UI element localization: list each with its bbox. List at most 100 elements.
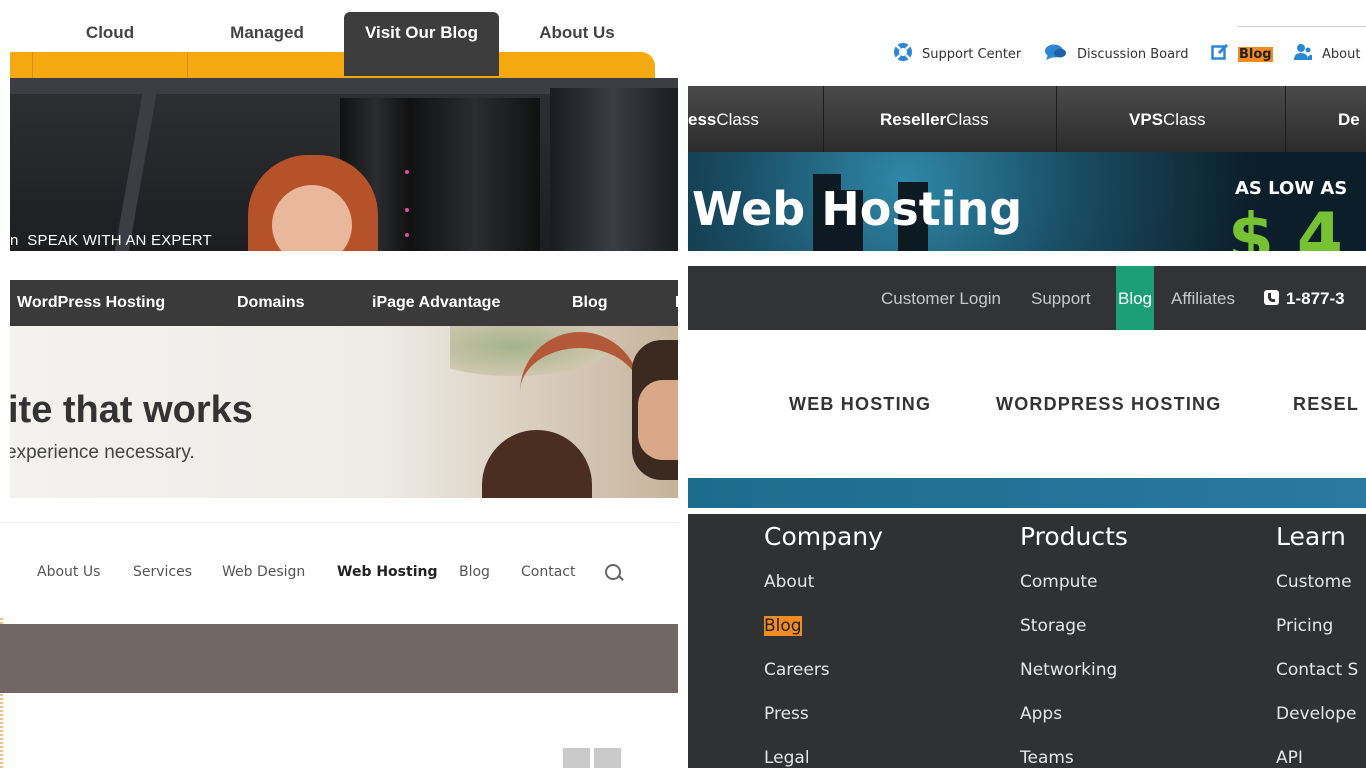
nav-services[interactable]: Services [133,564,192,580]
footer-link-api[interactable]: API [1276,748,1303,768]
main-nav-bar: WordPress Hosting Domains iPage Advantag… [10,280,678,326]
nav-bold: Reseller [880,110,947,129]
person-face [638,380,678,460]
affiliates-link[interactable]: Affiliates [1171,266,1235,330]
page-header-band [0,624,678,693]
nav-bold: VPS [1129,110,1164,129]
blog-link[interactable]: Blog [1211,43,1273,65]
footer-link-networking[interactable]: Networking [1020,660,1117,680]
nav-dedicated-class[interactable]: De [1338,86,1360,152]
footer-link-developers[interactable]: Develope [1276,704,1356,724]
nav-web-hosting[interactable]: Web Hosting [337,564,437,580]
hero-strip [688,478,1366,508]
about-link[interactable]: About [1293,44,1360,64]
blog-link[interactable]: Blog [1116,266,1154,330]
column-heading: Products [1020,522,1128,551]
footer-link-storage[interactable]: Storage [1020,616,1087,636]
tab-managed[interactable]: Managed [207,12,327,76]
footer-link-customers[interactable]: Custome [1276,572,1352,592]
utility-bar: Customer Login Support Blog Affiliates 1… [688,266,1366,330]
hero-subhead: experience necessary. [10,442,195,463]
nav-divider [823,86,824,152]
footer-link-legal[interactable]: Legal [764,748,810,768]
tab-bar: Cloud Managed Visit Our Blog About Us [10,0,678,78]
divider [1238,26,1366,27]
class-nav-bar: essClass ResellerClass VPSClass De [688,86,1366,152]
grid-button[interactable] [563,748,590,768]
nav-reseller-class[interactable]: ResellerClass [880,86,989,152]
column-heading: Company [764,522,883,551]
nav-blog[interactable]: Blog [459,564,490,580]
hero-headline: ite that works [10,389,253,431]
phone-icon [1264,290,1279,305]
panel-hosting-site-4: Customer Login Support Blog Affiliates 1… [688,266,1366,508]
footer-link-teams[interactable]: Teams [1020,748,1074,768]
nav-vps-class[interactable]: VPSClass [1129,86,1206,152]
nav-domains[interactable]: Domains [237,280,305,326]
speak-with-expert-link[interactable]: n SPEAK WITH AN EXPERT [10,232,212,249]
customer-login-link[interactable]: Customer Login [881,266,1001,330]
support-center-link[interactable]: Support Center [893,42,1022,66]
nav-business-class[interactable]: essClass [688,86,759,152]
panel-hosting-site-2: Support Center Discussion Board Blog Abo… [688,0,1366,251]
footer-link-blog[interactable]: Blog [764,616,802,636]
support-center-label: Support Center [922,46,1022,62]
phone-number[interactable]: 1-877-3 [1264,266,1345,330]
chat-bubble-icon [1044,43,1068,65]
support-link[interactable]: Support [1031,266,1091,330]
nav-divider [32,52,33,78]
nav-ipage-advantage[interactable]: iPage Advantage [372,280,500,326]
tab-cloud[interactable]: Cloud [50,12,170,76]
discussion-board-link[interactable]: Discussion Board [1044,44,1188,64]
footer-link-press[interactable]: Press [764,704,809,724]
footer-link-careers[interactable]: Careers [764,660,830,680]
nav-contact[interactable]: Contact [521,564,575,580]
nav-web-design[interactable]: Web Design [222,564,305,580]
users-icon [1293,43,1313,65]
nav-bold: De [1338,110,1360,129]
banner-title: Web Hosting [692,182,1023,236]
footer-link-contact-sales[interactable]: Contact S [1276,660,1358,680]
lifebuoy-icon [893,42,913,66]
panel-hosting-site-3: WordPress Hosting Domains iPage Advantag… [10,280,678,498]
nav-divider [1285,86,1286,152]
nav-web-hosting[interactable]: WEB HOSTING [789,394,931,415]
panel-hosting-site-5: About Us Services Web Design Web Hosting… [0,522,678,768]
banner-price: $ 4 [1228,199,1343,252]
nav-blog[interactable]: Blog [572,280,608,326]
footer-link-compute[interactable]: Compute [1020,572,1098,592]
panel-hosting-site-1: Cloud Managed Visit Our Blog About Us n … [10,0,678,251]
ceiling-beam [114,78,160,251]
status-led [405,233,409,237]
discussion-board-label: Discussion Board [1077,46,1189,62]
status-led [405,170,409,174]
tab-visit-our-blog[interactable]: Visit Our Blog [344,12,499,76]
panel-footer-links: Company About Blog Careers Press Legal P… [688,514,1366,768]
server-rack [410,98,540,251]
phone-number-text: 1-877-3 [1286,289,1345,308]
tab-about-us[interactable]: About Us [517,12,637,76]
nav-about-us[interactable]: About Us [37,564,100,580]
search-icon[interactable] [605,564,621,580]
server-rack [550,88,678,251]
nav-divider [187,52,188,78]
nav-cutoff[interactable]: F [675,280,678,326]
nav-wordpress-hosting[interactable]: WordPress Hosting [17,280,165,326]
footer-link-apps[interactable]: Apps [1020,704,1062,724]
about-label: About [1322,46,1361,62]
column-heading: Learn [1276,522,1346,551]
nav-rest: Class [716,110,759,129]
footer-link-pricing[interactable]: Pricing [1276,616,1333,636]
edit-icon [1211,43,1229,65]
status-led [405,208,409,212]
grid-button[interactable] [594,748,621,768]
speak-with-expert-label: SPEAK WITH AN EXPERT [27,232,212,249]
banner-as-low-as: AS LOW AS [1235,178,1348,199]
overlay-prefix: n [10,232,19,249]
nav-rest: Class [946,110,989,129]
nav-bold: ess [688,110,717,129]
blog-label: Blog [1238,46,1273,62]
nav-reseller[interactable]: RESEL [1293,394,1359,415]
footer-link-about[interactable]: About [764,572,814,592]
nav-wordpress-hosting[interactable]: WORDPRESS HOSTING [996,394,1221,415]
